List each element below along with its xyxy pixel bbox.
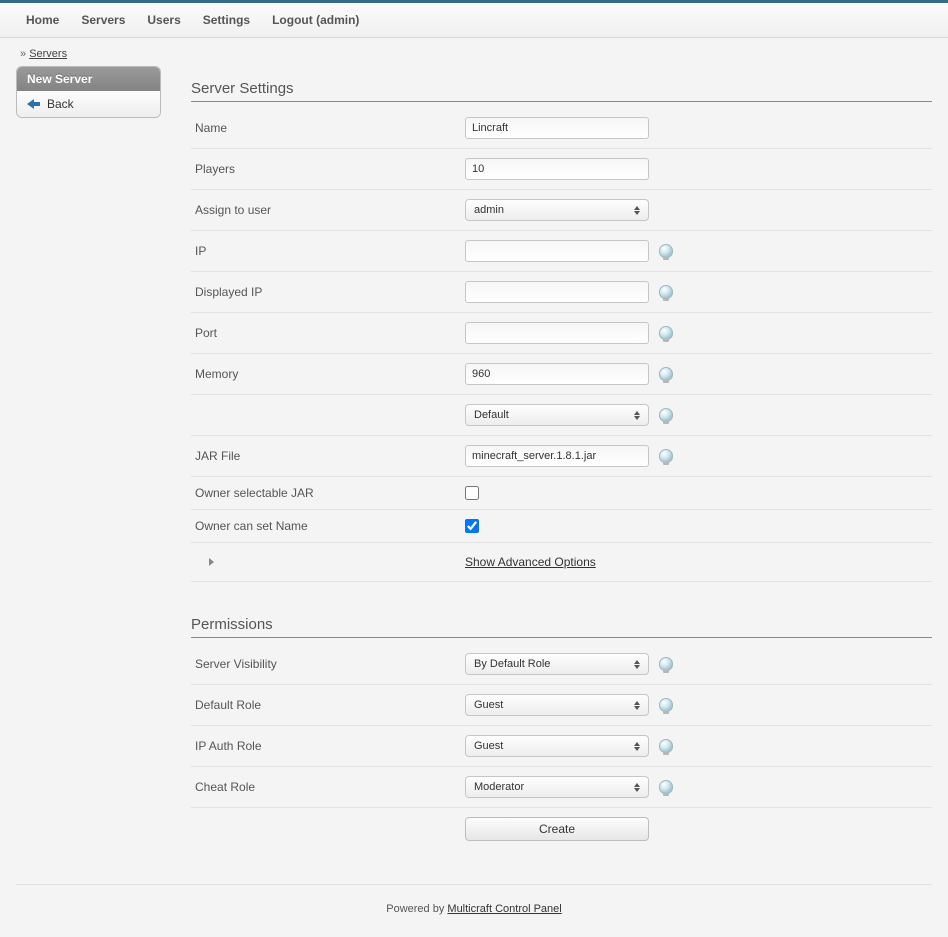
input-ip[interactable] [465, 240, 649, 262]
sidebar-title: New Server [17, 67, 160, 91]
help-icon[interactable] [659, 408, 673, 422]
input-displayed-ip[interactable] [465, 281, 649, 303]
section-server-settings: Server Settings [191, 80, 932, 102]
label-ip: IP [195, 244, 465, 258]
select-ip-auth-role-value: Guest [474, 740, 503, 752]
label-ip-auth-role: IP Auth Role [195, 739, 465, 753]
select-cheat-role[interactable]: Moderator [465, 776, 649, 798]
help-icon[interactable] [659, 326, 673, 340]
label-jar-file: JAR File [195, 449, 465, 463]
nav-logout[interactable]: Logout (admin) [264, 9, 367, 31]
help-icon[interactable] [659, 285, 673, 299]
label-port: Port [195, 326, 465, 340]
breadcrumb-sep: » [20, 48, 26, 60]
select-server-visibility[interactable]: By Default Role [465, 653, 649, 675]
sidebar-panel: New Server Back [16, 66, 161, 118]
select-default-role[interactable]: Guest [465, 694, 649, 716]
select-assign-user-value: admin [474, 204, 504, 216]
sidebar-back-label: Back [47, 97, 74, 111]
help-icon[interactable] [659, 367, 673, 381]
input-memory[interactable] [465, 363, 649, 385]
nav-settings[interactable]: Settings [195, 9, 258, 31]
input-jar-file[interactable] [465, 445, 649, 467]
select-memory-preset-value: Default [474, 409, 509, 421]
nav-users[interactable]: Users [139, 9, 188, 31]
label-default-role: Default Role [195, 698, 465, 712]
select-default-role-value: Guest [474, 699, 503, 711]
back-arrow-icon [27, 99, 41, 109]
label-cheat-role: Cheat Role [195, 780, 465, 794]
create-button[interactable]: Create [465, 817, 649, 841]
label-assign-user: Assign to user [195, 203, 465, 217]
help-icon[interactable] [659, 244, 673, 258]
checkbox-owner-jar[interactable] [465, 486, 479, 500]
help-icon[interactable] [659, 739, 673, 753]
input-port[interactable] [465, 322, 649, 344]
nav-home[interactable]: Home [18, 9, 67, 31]
input-name[interactable] [465, 117, 649, 139]
input-players[interactable] [465, 158, 649, 180]
select-cheat-role-value: Moderator [474, 781, 524, 793]
help-icon[interactable] [659, 780, 673, 794]
link-advanced-options[interactable]: Show Advanced Options [465, 555, 596, 569]
label-players: Players [195, 162, 465, 176]
sidebar-back[interactable]: Back [17, 91, 160, 117]
select-assign-user[interactable]: admin [465, 199, 649, 221]
label-memory: Memory [195, 367, 465, 381]
label-name: Name [195, 121, 465, 135]
top-nav: Home Servers Users Settings Logout (admi… [0, 0, 948, 38]
label-server-visibility: Server Visibility [195, 657, 465, 671]
breadcrumb-servers[interactable]: Servers [29, 48, 67, 60]
expand-icon[interactable] [209, 558, 214, 566]
checkbox-owner-name[interactable] [465, 519, 479, 533]
select-memory-preset[interactable]: Default [465, 404, 649, 426]
help-icon[interactable] [659, 698, 673, 712]
footer-link[interactable]: Multicraft Control Panel [447, 903, 561, 915]
footer-text: Powered by [386, 903, 447, 915]
label-owner-jar: Owner selectable JAR [195, 486, 465, 500]
select-server-visibility-value: By Default Role [474, 658, 550, 670]
help-icon[interactable] [659, 449, 673, 463]
section-permissions: Permissions [191, 616, 932, 638]
breadcrumb: » Servers [0, 38, 948, 66]
select-ip-auth-role[interactable]: Guest [465, 735, 649, 757]
help-icon[interactable] [659, 657, 673, 671]
label-owner-name: Owner can set Name [195, 519, 465, 533]
label-displayed-ip: Displayed IP [195, 285, 465, 299]
nav-servers[interactable]: Servers [73, 9, 133, 31]
footer: Powered by Multicraft Control Panel [16, 884, 932, 937]
